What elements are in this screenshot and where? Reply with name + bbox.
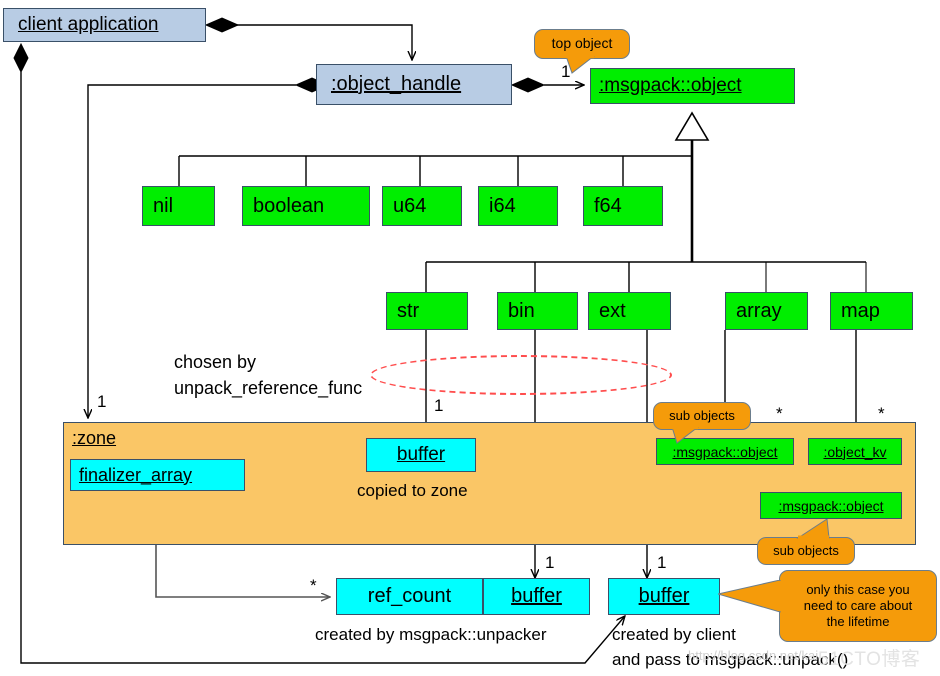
node-msgpack-object-sub2[interactable]: :msgpack::object [760, 492, 902, 519]
node-label: :object_handle [331, 73, 462, 95]
node-msgpack-object-top[interactable]: :msgpack::object [590, 68, 795, 104]
annotation-created-by-client-line1: created by client [612, 625, 736, 644]
node-label: f64 [594, 194, 622, 217]
dashed-highlight-ellipse [370, 355, 672, 395]
multiplicity-zone-in: 1 [97, 392, 107, 411]
node-label: map [841, 299, 880, 322]
node-label: client application [18, 14, 159, 35]
node-object-handle[interactable]: :object_handle [316, 64, 512, 105]
annotation-copied-to-zone: copied to zone [357, 481, 468, 500]
node-f64[interactable]: f64 [583, 186, 663, 226]
node-label: buffer [511, 585, 562, 607]
callout-label: top object [551, 35, 613, 52]
node-map[interactable]: map [830, 292, 913, 330]
node-buffer-client[interactable]: buffer [608, 578, 720, 615]
node-buffer-zone[interactable]: buffer [366, 438, 476, 472]
annotation-chosen-by-line1: chosen by [174, 352, 257, 372]
watermark-url: http://blog.csdn.net/kai [688, 648, 819, 663]
node-label: ext [599, 299, 626, 322]
node-label: bin [508, 299, 535, 322]
node-label: buffer [396, 444, 446, 465]
node-nil[interactable]: nil [142, 186, 215, 226]
node-label: finalizer_array [79, 464, 193, 485]
callout-sub-objects-1: sub objects [653, 402, 751, 430]
node-ref-count[interactable]: ref_count [336, 578, 483, 615]
callout-line-2: need to care about [803, 597, 913, 613]
annotation-chosen-by-line2: unpack_reference_func [174, 378, 363, 398]
diagram-canvas: client application :object_handle :msgpa… [0, 0, 940, 676]
callout-sub-objects-1-tail [672, 427, 699, 444]
zone-label: :zone [72, 428, 117, 448]
callout-top-object: top object [534, 29, 630, 59]
multiplicity-bin-to-buffer: 1 [545, 553, 555, 572]
callout-sub-objects-2-tail [796, 519, 830, 539]
node-label: str [397, 299, 420, 322]
node-object-kv[interactable]: :object_kv [808, 438, 902, 465]
watermark-logo: 51CTO博客 [818, 649, 921, 670]
node-label: :msgpack::object [672, 443, 778, 460]
node-client-application[interactable]: client application [3, 8, 206, 42]
node-boolean[interactable]: boolean [242, 186, 370, 226]
node-label: ref_count [367, 585, 452, 607]
multiplicity-map-star: * [878, 404, 885, 423]
callout-label: sub objects [773, 542, 839, 558]
node-ext[interactable]: ext [588, 292, 671, 330]
callout-lifetime-note: only this case you need to care about th… [779, 570, 937, 642]
node-i64[interactable]: i64 [478, 186, 558, 226]
node-label: u64 [393, 194, 427, 217]
callout-label: sub objects [669, 407, 735, 423]
callout-lifetime-tail [718, 580, 781, 613]
node-label: boolean [253, 194, 325, 217]
multiplicity-str-to-buffer: 1 [434, 396, 444, 415]
annotation-created-by-unpacker: created by msgpack::unpacker [315, 625, 547, 644]
node-finalizer-array[interactable]: finalizer_array [70, 459, 245, 491]
callout-line-3: the lifetime [826, 614, 890, 630]
node-u64[interactable]: u64 [382, 186, 462, 226]
node-label: :msgpack::object [778, 497, 884, 514]
multiplicity-array-star: * [776, 404, 783, 423]
node-str[interactable]: str [386, 292, 468, 330]
multiplicity-ext-to-buffer: 1 [657, 553, 667, 572]
node-bin[interactable]: bin [497, 292, 578, 330]
node-label: i64 [489, 194, 516, 217]
callout-line-1: only this case you [806, 581, 910, 597]
callout-sub-objects-2: sub objects [757, 537, 855, 565]
node-buffer-refcount[interactable]: buffer [483, 578, 590, 615]
node-array[interactable]: array [725, 292, 808, 330]
node-label: array [736, 299, 782, 322]
multiplicity-refcount-star: * [310, 576, 317, 595]
multiplicity-handle-to-object: 1 [561, 62, 571, 81]
node-label: :object_kv [823, 443, 887, 460]
callout-top-object-tail [566, 56, 595, 74]
node-label: :msgpack::object [599, 75, 742, 96]
node-label: nil [153, 194, 174, 217]
node-label: buffer [638, 585, 690, 607]
